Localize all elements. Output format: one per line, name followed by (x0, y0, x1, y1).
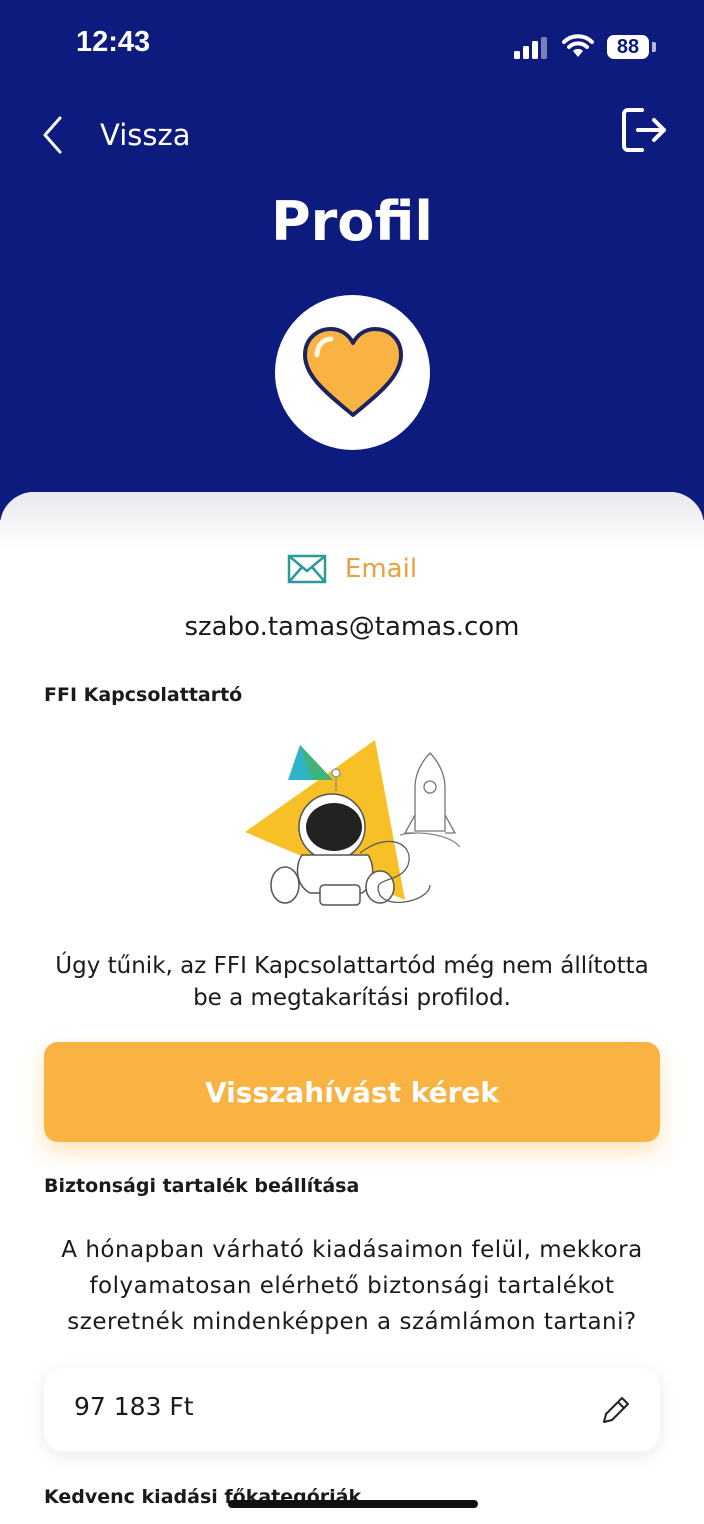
back-label: Vissza (100, 118, 191, 152)
status-time: 12:43 (76, 26, 151, 58)
reserve-question-line-1: A hónapban várható kiadásaimon felül, me… (61, 1237, 643, 1263)
reserve-amount-value: 97 183 Ft (74, 1392, 194, 1421)
avatar (275, 295, 430, 450)
reserve-heading: Biztonsági tartalék beállítása (44, 1175, 360, 1197)
home-indicator[interactable] (228, 1500, 478, 1508)
email-value: szabo.tamas@tamas.com (184, 612, 520, 642)
logout-icon[interactable] (620, 106, 670, 154)
envelope-icon (287, 554, 327, 584)
battery-cap (652, 42, 656, 52)
advisor-notice-line-1: Úgy tűnik, az FFI Kapcsolattartód még ne… (55, 953, 649, 979)
advisor-heading: FFI Kapcsolattartó (44, 684, 243, 706)
request-callback-button[interactable]: Visszahívást kérek (44, 1042, 660, 1142)
chevron-left-icon (43, 116, 62, 154)
reserve-question: A hónapban várható kiadásaimon felül, me… (30, 1232, 674, 1340)
email-label: Email (344, 554, 418, 584)
astronaut-illustration (245, 740, 461, 906)
page-title: Profil (271, 190, 433, 253)
email-label-row: Email (0, 554, 704, 584)
back-button[interactable]: Vissza (40, 110, 190, 160)
reserve-question-line-3: szeretnék mindenképpen a számlámon tarta… (67, 1309, 637, 1335)
pencil-edit-icon[interactable] (600, 1394, 632, 1426)
cellular-signal-icon (514, 37, 547, 59)
battery-indicator: 88 (607, 35, 649, 59)
wifi-icon (562, 34, 594, 57)
reserve-question-line-2: folyamatosan elérhető biztonsági tartalé… (89, 1273, 615, 1299)
reserve-amount-field[interactable]: 97 183 Ft (44, 1368, 660, 1452)
heart-icon (302, 326, 403, 417)
card-top-shade (0, 492, 704, 552)
advisor-notice-line-2: be a megtakarítási profilod. (193, 985, 511, 1011)
